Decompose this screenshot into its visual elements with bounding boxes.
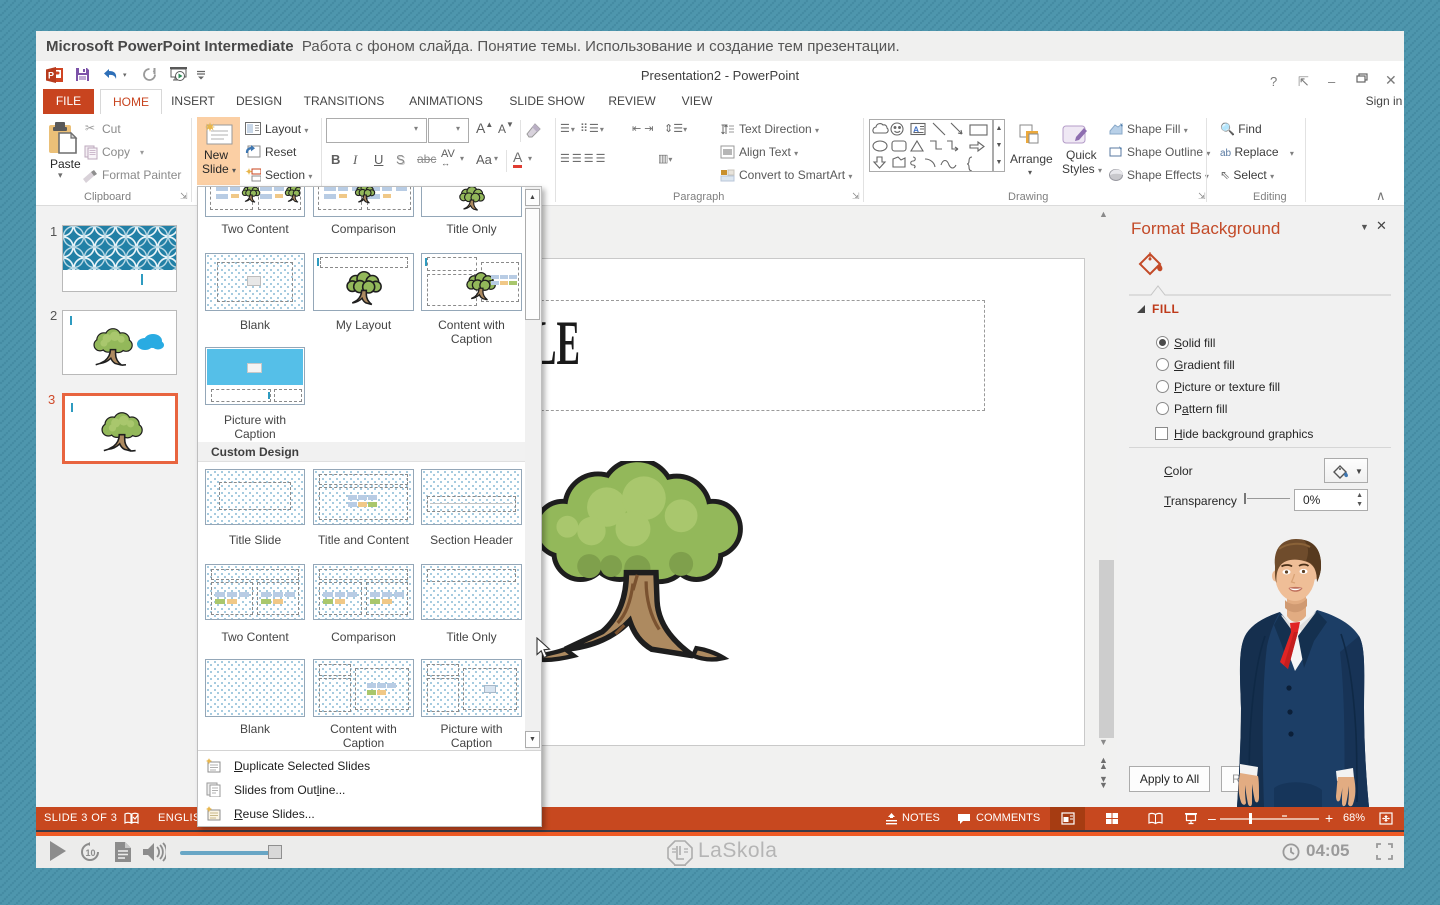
svg-text:10: 10	[86, 848, 96, 858]
svg-text:A: A	[913, 125, 919, 135]
svg-text:P: P	[48, 71, 54, 81]
